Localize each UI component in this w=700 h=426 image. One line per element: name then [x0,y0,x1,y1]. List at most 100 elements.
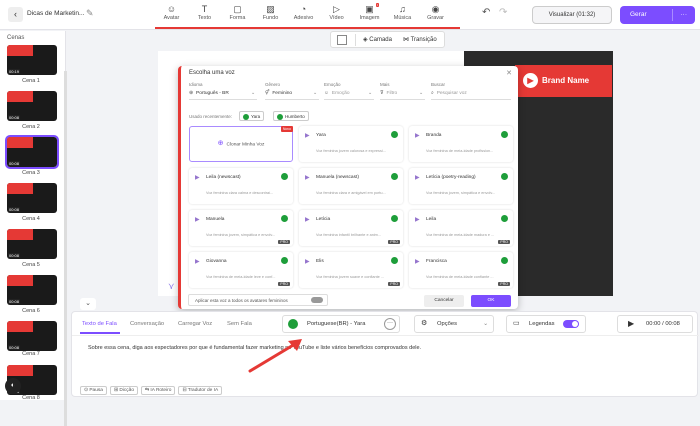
recent-chip-yara[interactable]: Yara [239,111,265,121]
voice-card[interactable]: ▶ Leila (newscast) Voz feminina clara calm… [189,168,293,204]
voice-description: Voz feminina de meia-idade confiante ... [426,275,494,279]
play-icon[interactable]: ▶ [415,174,420,181]
generate-button[interactable]: Gerar ··· [620,6,695,24]
recent-label: Usado recentemente: [189,114,233,119]
play-icon[interactable]: ▶ [415,132,420,139]
emotion-select[interactable]: ☺ Emoção ⌄ [324,88,374,100]
voice-card[interactable]: ▶ Leila Voz feminina de meia-idade madura … [409,210,513,246]
collapse-chevron-icon[interactable]: ⌄ [80,298,96,310]
voice-name: Leila (newscast) [206,175,241,180]
more-icon[interactable]: ··· [384,318,396,330]
recent-chip-humberto[interactable]: Humberto [273,111,309,121]
tool-fundo[interactable]: ▨ Fundo [254,3,287,27]
voice-card[interactable]: ▶ Giovanna Voz feminina de meia-idade leve… [189,252,293,288]
voice-card[interactable]: ▶ Letícia Voz feminina infantil brilhante … [299,210,403,246]
tool-gravar[interactable]: ◉ Gravar [419,3,452,27]
edit-icon[interactable]: ✎ [86,8,94,19]
tool-texto[interactable]: T Texto [188,3,221,27]
brazil-flag-icon [281,173,288,180]
brazil-flag-icon [501,215,508,222]
subtitles-toggle[interactable] [563,320,579,328]
play-icon[interactable]: ▶ [305,174,310,181]
sidebar-scrollbar[interactable] [64,71,67,426]
filter-label-emocao: Emoção [324,82,341,87]
tab-texto-de-fala[interactable]: Texto de Fala [82,321,117,327]
filter-icon: ⊽ [380,91,384,96]
voice-card[interactable]: ▶ Elis Voz feminina jovem suave e confiant… [299,252,403,288]
play-icon[interactable]: ▶ [305,258,310,265]
voice-name: Manuela [206,217,225,222]
ai-translator-button[interactable]: ⊟ Tradutor de IA [178,386,223,395]
play-icon[interactable]: ▶ [415,216,420,223]
voice-card[interactable]: ▶ Yara Voz feminina jovem calorosa e expre… [299,126,403,162]
scene-thumb-5[interactable]: 00:08 [7,229,57,259]
tool-adesivo[interactable]: ◔ Adesivo [287,3,320,27]
voice-card[interactable]: ▶ Manuela (newscast) Voz feminina clara e … [299,168,403,204]
scene-thumb-1[interactable]: 00:19 [7,45,57,75]
undo-icon[interactable]: ↶ [482,7,490,18]
sidebar-title: Cenas [7,35,25,41]
speech-text-input[interactable]: Sobre essa cena, diga aos espectadores p… [88,344,688,352]
back-button[interactable]: ‹ [8,7,23,22]
play-control[interactable]: ▶ 00:00 / 00:08 [617,315,693,333]
pause-button[interactable]: ⊙ Pausa [80,386,107,395]
more-filter-select[interactable]: ⊽ Filtro ⌄ [380,88,425,100]
scene-thumb-2[interactable]: 00:08 [7,91,57,121]
avatar-icon: ☺ [166,4,177,14]
scene-thumb-4[interactable]: 00:08 [7,183,57,213]
close-icon[interactable]: ✕ [506,69,512,77]
tab-conversacao[interactable]: Conversação [130,321,164,327]
tool-forma[interactable]: ▢ Forma [221,3,254,27]
brazil-flag-icon [391,257,398,264]
language-select[interactable]: ⊕ Português - BR ⌄ [189,88,257,100]
redo-icon[interactable]: ↷ [499,7,507,18]
apply-toggle[interactable] [311,297,323,303]
scene-thumb-3[interactable]: 00:08 [5,135,59,169]
cancel-button[interactable]: Cancelar [424,295,464,307]
image-icon: ▣ [365,4,374,14]
tool-imagem[interactable]: ▣ • Imagem [353,3,386,27]
play-icon[interactable]: ▶ [305,132,310,139]
new-badge: • [375,3,379,7]
diction-button[interactable]: ⊞ Dicção [109,386,138,395]
tab-carregar-voz[interactable]: Carregar Voz [178,321,212,327]
voice-card[interactable]: ▶ Branda Voz feminina de meia-idade profis… [409,126,513,162]
voice-card[interactable]: ▶ Francisca Voz feminina de meia-idade con… [409,252,513,288]
layer-button[interactable]: ◈ Camada [363,36,392,43]
tab-sem-fala[interactable]: Sem Fala [227,321,252,327]
brazil-flag-icon [288,319,298,329]
scene-label-7: Cena 7 [22,351,40,357]
options-dropdown[interactable]: ⚙ Opções ⌄ [414,315,494,333]
transition-button[interactable]: ⋈ Transição [403,36,437,43]
tool-avatar[interactable]: ☺ Avatar [155,3,188,27]
color-swatch[interactable] [337,35,347,45]
project-title[interactable]: Dicas de Marketin... [27,10,84,17]
voice-name: Branda [426,133,442,138]
voice-card[interactable]: ▶ Manuela Voz feminina jovem, simpática e … [189,210,293,246]
search-input[interactable]: ⌕ Pesquisar voz [431,88,511,100]
ok-button[interactable]: OK [471,295,511,307]
brazil-flag-icon [391,173,398,180]
play-icon[interactable]: ▶ [195,216,200,223]
tool-musica[interactable]: ♫ Música [386,3,419,27]
play-icon[interactable]: ▶ [195,174,200,181]
scene-thumb-6[interactable]: 00:08 [7,275,57,305]
chevron-down-icon: ⌄ [367,91,372,96]
scene-label-5: Cena 5 [22,262,40,268]
play-icon[interactable]: ▶ [195,258,200,265]
more-icon[interactable]: ··· [681,6,688,24]
scene-thumb-7[interactable]: 00:08 [7,321,57,351]
plus-icon: ⊕ [217,140,224,147]
preview-button[interactable]: Visualizar (01:32) [532,6,612,24]
clone-voice-button[interactable]: ⊕ Clonar Minha Voz Novo [189,126,293,162]
apply-all-option[interactable]: Aplicar esta voz a todos os avatares fem… [188,294,328,306]
gender-select[interactable]: ⚥ Feminino ⌄ [265,88,319,100]
play-icon[interactable]: ▶ [415,258,420,265]
tool-video[interactable]: ▷ Vídeo [320,3,353,27]
voice-dialog: Escolha uma voz ✕ Idioma ⊕ Português - BR… [178,66,518,309]
chat-icon[interactable]: ◐ [5,378,21,394]
ai-script-button[interactable]: ⇆ IA Roteiro [141,386,176,395]
voice-selector[interactable]: Portuguese(BR) - Yara ··· [282,315,400,333]
voice-card[interactable]: ▶ Letícia (poetry-reading) Voz feminina jo… [409,168,513,204]
play-icon[interactable]: ▶ [305,216,310,223]
